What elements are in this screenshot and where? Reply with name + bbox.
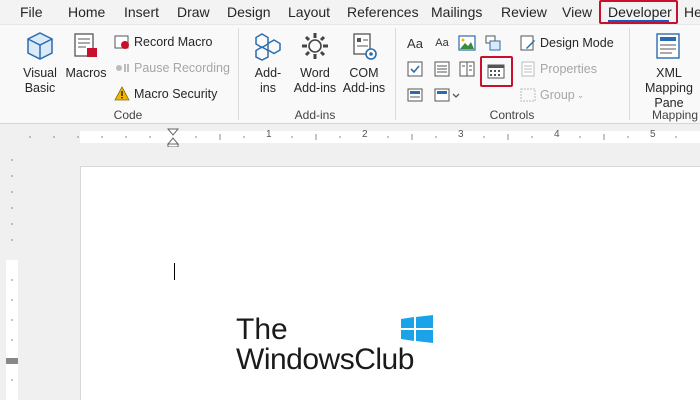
rich-text-content-control[interactable]: Aa [405, 33, 425, 53]
group-separator [395, 28, 396, 120]
combo-box-content-control[interactable] [432, 59, 452, 79]
thewindowsclub-logo: The WindowsClub [236, 313, 446, 377]
design-mode-icon [520, 35, 535, 51]
menu-bar: File Home Insert Draw Design Layout Refe… [0, 0, 700, 24]
group-separator [238, 28, 239, 120]
building-block-control[interactable] [483, 33, 503, 53]
pause-icon [116, 64, 129, 72]
ruler-number: 3 [458, 129, 464, 140]
repeating-section-control[interactable] [432, 85, 462, 105]
word-addins-label: Word Add-ins [293, 66, 337, 95]
tab-references[interactable]: References [347, 2, 419, 22]
repeating-section-icon [434, 88, 460, 102]
com-addins-button[interactable]: COM Add-ins [342, 30, 386, 96]
tab-insert[interactable]: Insert [124, 2, 159, 22]
com-addins-icon [353, 33, 377, 60]
record-macro-button[interactable]: Record Macro [114, 32, 213, 52]
xml-mapping-pane-label: XML Mapping Pane [645, 66, 693, 110]
picture-content-control[interactable] [457, 33, 477, 53]
ruler-number: 1 [266, 129, 272, 140]
group-separator [629, 28, 630, 120]
com-addins-label: COM Add-ins [342, 66, 386, 95]
code-group-label: Code [113, 108, 143, 122]
pause-recording-button[interactable]: Pause Recording [114, 58, 230, 78]
text-cursor [174, 263, 175, 280]
macro-security-button[interactable]: Macro Security [114, 84, 217, 104]
plain-text-content-control[interactable]: Aa [432, 33, 452, 53]
tab-view[interactable]: View [562, 2, 592, 22]
ruler-number: 2 [362, 129, 368, 140]
combo-box-icon [434, 61, 450, 77]
visual-basic-label: Visual Basic [23, 66, 57, 95]
addins-group-label: Add-ins [294, 108, 336, 122]
ruler-ticks [29, 128, 677, 147]
design-mode-label: Design Mode [540, 36, 614, 50]
tab-review[interactable]: Review [501, 2, 547, 22]
addins-icon [255, 33, 281, 61]
controls-group-label: Controls [489, 108, 535, 122]
xml-mapping-icon [656, 33, 680, 59]
vertical-ruler-ticks [6, 159, 18, 400]
macro-security-label: Macro Security [134, 87, 218, 101]
picture-icon [458, 35, 476, 51]
pause-recording-label: Pause Recording [134, 61, 230, 75]
ruler-number: 5 [650, 129, 656, 140]
mapping-group-label: Mapping [652, 108, 699, 122]
tab-file[interactable]: File [20, 2, 43, 22]
tab-design[interactable]: Design [227, 2, 271, 22]
macros-icon [74, 33, 97, 57]
logo-text-windowsclub: WindowsClub [236, 343, 414, 376]
visual-basic-icon [27, 32, 53, 60]
vertical-ruler[interactable] [0, 150, 22, 400]
group-icon [520, 88, 536, 102]
properties-label: Properties [540, 62, 597, 76]
group-button[interactable]: Group ⌄ [520, 85, 584, 105]
record-macro-icon [114, 35, 129, 49]
legacy-tools-control[interactable] [405, 85, 425, 105]
visual-basic-button[interactable]: Visual Basic [18, 30, 62, 96]
tab-mailings[interactable]: Mailings [431, 2, 482, 22]
dropdown-list-icon [459, 61, 475, 77]
record-macro-label: Record Macro [134, 35, 213, 49]
tab-draw[interactable]: Draw [177, 2, 210, 22]
ruler-number: 4 [554, 129, 560, 140]
word-addins-button[interactable]: Word Add-ins [292, 30, 338, 96]
group-label: Group [540, 88, 575, 102]
macros-label: Macros [65, 66, 107, 80]
horizontal-ruler[interactable]: 1 2 3 4 5 [0, 125, 700, 147]
tab-layout[interactable]: Layout [288, 2, 330, 22]
design-mode-button[interactable]: Design Mode [520, 33, 614, 53]
properties-icon [521, 61, 535, 77]
warning-icon [114, 86, 130, 101]
date-picker-highlight [480, 56, 513, 87]
dropdown-list-content-control[interactable] [457, 59, 477, 79]
checkbox-content-control[interactable] [405, 59, 425, 79]
properties-button[interactable]: Properties [520, 59, 597, 79]
tab-help[interactable]: He [684, 2, 700, 22]
xml-mapping-pane-button[interactable]: XML Mapping Pane [636, 30, 700, 111]
macros-button[interactable]: Macros [64, 30, 108, 81]
addins-button[interactable]: Add-ins [248, 30, 288, 96]
logo-text-the: The [236, 313, 288, 346]
tab-home[interactable]: Home [68, 2, 105, 22]
gear-icon [302, 33, 328, 59]
checkbox-icon [407, 61, 423, 77]
windows-logo-icon [401, 315, 433, 343]
chevron-down-icon: ⌄ [576, 90, 585, 100]
addins-label: Add-ins [254, 66, 282, 95]
legacy-tools-icon [407, 88, 423, 102]
building-block-icon [485, 35, 501, 51]
active-tab-indicator [608, 20, 669, 22]
